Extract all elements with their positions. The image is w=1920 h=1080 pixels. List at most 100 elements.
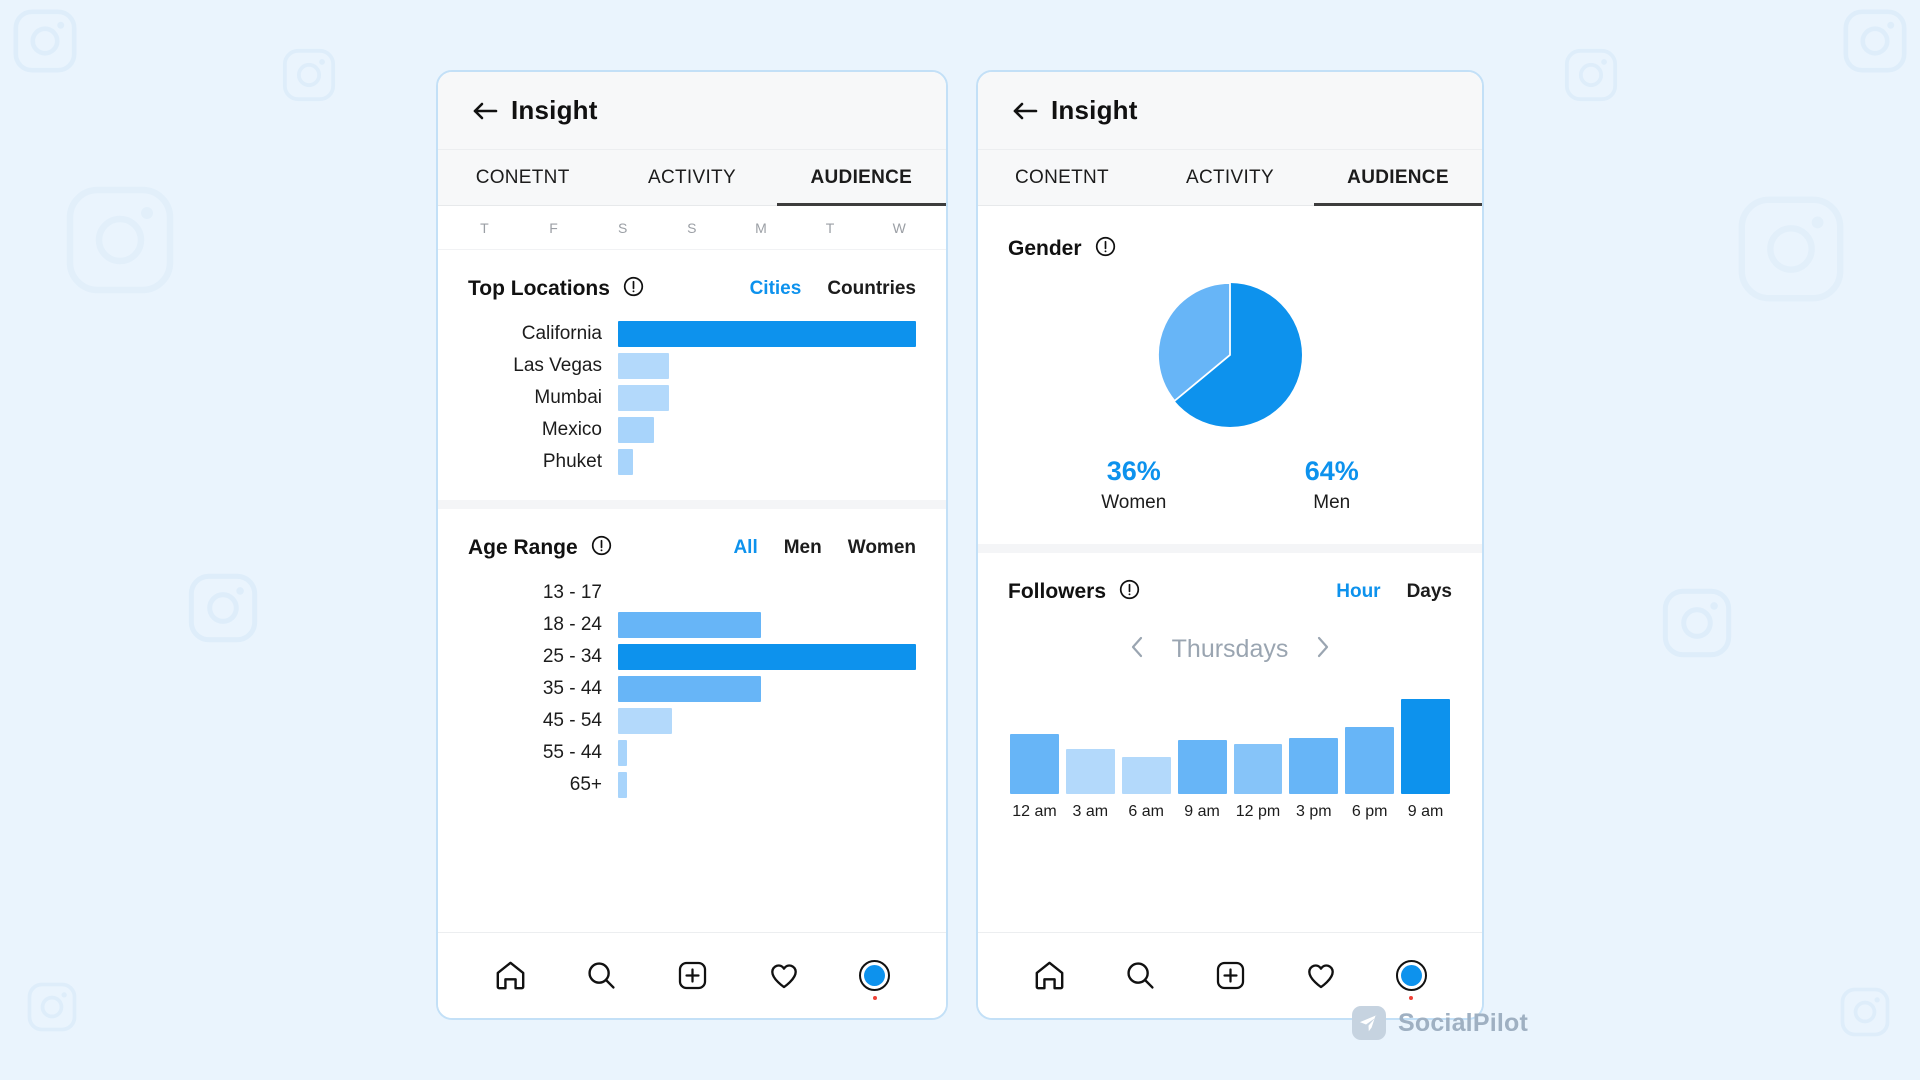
weekday-label: T — [480, 219, 490, 236]
left-topbar: Insight — [438, 72, 946, 150]
hour-bar-column — [1345, 686, 1395, 794]
bar-label: 18 - 24 — [542, 614, 602, 635]
bar-track — [618, 350, 916, 382]
followers-section: Followers Hour Days Thursdays 12 am 3 am… — [978, 544, 1482, 843]
top-locations-section: Top Locations Cities Countries Californi… — [438, 250, 946, 500]
search-icon[interactable] — [1125, 960, 1156, 991]
bar-track — [618, 641, 916, 673]
instagram-watermark-icon — [1659, 585, 1735, 661]
profile-avatar-icon[interactable] — [859, 960, 891, 1000]
home-icon[interactable] — [494, 959, 527, 992]
insight-panel-right: Insight CONETNT ACTIVITY AUDIENCE Gender — [976, 70, 1484, 1020]
toggle-cities[interactable]: Cities — [750, 278, 802, 300]
bar-track — [618, 446, 916, 478]
tab-activity[interactable]: ACTIVITY — [1146, 150, 1314, 205]
hour-bar — [1010, 733, 1059, 794]
home-icon[interactable] — [1033, 959, 1066, 992]
info-circle-icon[interactable] — [1095, 236, 1116, 262]
hour-bar-column — [1121, 686, 1171, 794]
bar-track — [618, 737, 916, 769]
hour-bar-column — [1289, 686, 1339, 794]
bar-label: Las Vegas — [513, 355, 602, 376]
heart-icon[interactable] — [768, 960, 800, 992]
gender-header: Gender — [1008, 236, 1452, 262]
instagram-watermark-icon — [1838, 985, 1892, 1039]
women-percentage: 36% — [1106, 456, 1161, 486]
toggle-men[interactable]: Men — [784, 537, 822, 559]
profile-avatar-icon[interactable] — [1395, 960, 1427, 1000]
hour-bar — [1065, 748, 1115, 794]
age-range-section: Age Range All Men Women 13 - 17 18 - 24 25… — [438, 500, 946, 823]
info-circle-icon[interactable] — [591, 535, 612, 561]
men-percentage: 64% — [1304, 456, 1359, 486]
hour-label: 9 am — [1184, 803, 1220, 820]
instagram-watermark-icon — [1562, 46, 1620, 104]
hour-label: 6 pm — [1351, 803, 1388, 820]
chevron-left-icon[interactable] — [1129, 635, 1146, 664]
section-title: Age Range — [468, 536, 578, 559]
bar-label: 45 - 54 — [542, 710, 602, 731]
back-arrow-icon[interactable] — [1012, 100, 1038, 122]
hour-bar — [1401, 698, 1450, 794]
search-icon[interactable] — [586, 960, 617, 991]
bar-label: 25 - 34 — [542, 646, 602, 667]
hour-label: 6 am — [1128, 803, 1164, 820]
bar-track — [618, 673, 916, 705]
back-arrow-icon[interactable] — [472, 100, 498, 122]
current-day-label: Thursdays — [1171, 635, 1289, 663]
hour-label: 12 pm — [1235, 803, 1281, 820]
left-bottom-nav — [438, 932, 946, 1018]
bar-row: Mumbai — [468, 382, 916, 414]
info-circle-icon[interactable] — [623, 276, 644, 302]
bar — [618, 644, 916, 670]
toggle-days[interactable]: Days — [1407, 581, 1452, 603]
chevron-right-icon[interactable] — [1314, 635, 1331, 664]
bar — [618, 772, 627, 798]
men-label: Men — [1313, 492, 1351, 513]
gender-stats: 36% Women 64% Men — [1008, 456, 1452, 514]
bar-label: Mexico — [541, 419, 602, 440]
insight-panel-left: Insight CONETNT ACTIVITY AUDIENCE T F S … — [436, 70, 948, 1020]
top-locations-header: Top Locations Cities Countries — [468, 276, 916, 302]
hour-bar — [1289, 737, 1339, 794]
gender-pie-chart — [1008, 280, 1452, 430]
hour-label: 9 am — [1407, 803, 1444, 820]
weekday-label: M — [755, 219, 768, 236]
bar-label: Phuket — [542, 451, 602, 472]
bar-row: 35 - 44 — [468, 673, 916, 705]
bar — [618, 321, 916, 347]
tab-conetnt[interactable]: CONETNT — [978, 150, 1146, 205]
bar-row: 55 - 44 — [468, 737, 916, 769]
toggle-women[interactable]: Women — [848, 537, 916, 559]
tab-conetnt[interactable]: CONETNT — [438, 150, 607, 205]
info-circle-icon[interactable] — [1119, 579, 1140, 605]
bar-row: Las Vegas — [468, 350, 916, 382]
section-title: Top Locations — [468, 277, 610, 300]
heart-icon[interactable] — [1305, 960, 1337, 992]
weekday-label: T — [825, 219, 835, 236]
pie-svg — [1157, 282, 1302, 427]
hour-label: 12 am — [1012, 803, 1057, 820]
instagram-watermark-icon — [60, 180, 180, 300]
hour-bar-column — [1065, 686, 1115, 794]
bar-row: Phuket — [468, 446, 916, 478]
age-range-toggle: All Men Women — [733, 537, 916, 559]
instagram-watermark-icon — [25, 980, 79, 1034]
toggle-countries[interactable]: Countries — [827, 278, 916, 300]
bar — [618, 708, 672, 734]
instagram-watermark-icon — [280, 46, 338, 104]
tab-audience[interactable]: AUDIENCE — [776, 150, 946, 206]
page-title: Insight — [511, 95, 598, 125]
tab-audience[interactable]: AUDIENCE — [1314, 150, 1482, 206]
bar-row: 13 - 17 — [468, 577, 916, 609]
right-tab-bar: CONETNT ACTIVITY AUDIENCE — [978, 150, 1482, 206]
toggle-hour[interactable]: Hour — [1336, 581, 1380, 603]
add-post-icon[interactable] — [1215, 960, 1246, 991]
bar — [618, 676, 762, 702]
toggle-all[interactable]: All — [733, 537, 757, 559]
add-post-icon[interactable] — [677, 960, 708, 991]
followers-toggle: Hour Days — [1336, 581, 1452, 603]
bar-row: 25 - 34 — [468, 641, 916, 673]
tab-activity[interactable]: ACTIVITY — [607, 150, 776, 205]
bar — [618, 353, 669, 379]
